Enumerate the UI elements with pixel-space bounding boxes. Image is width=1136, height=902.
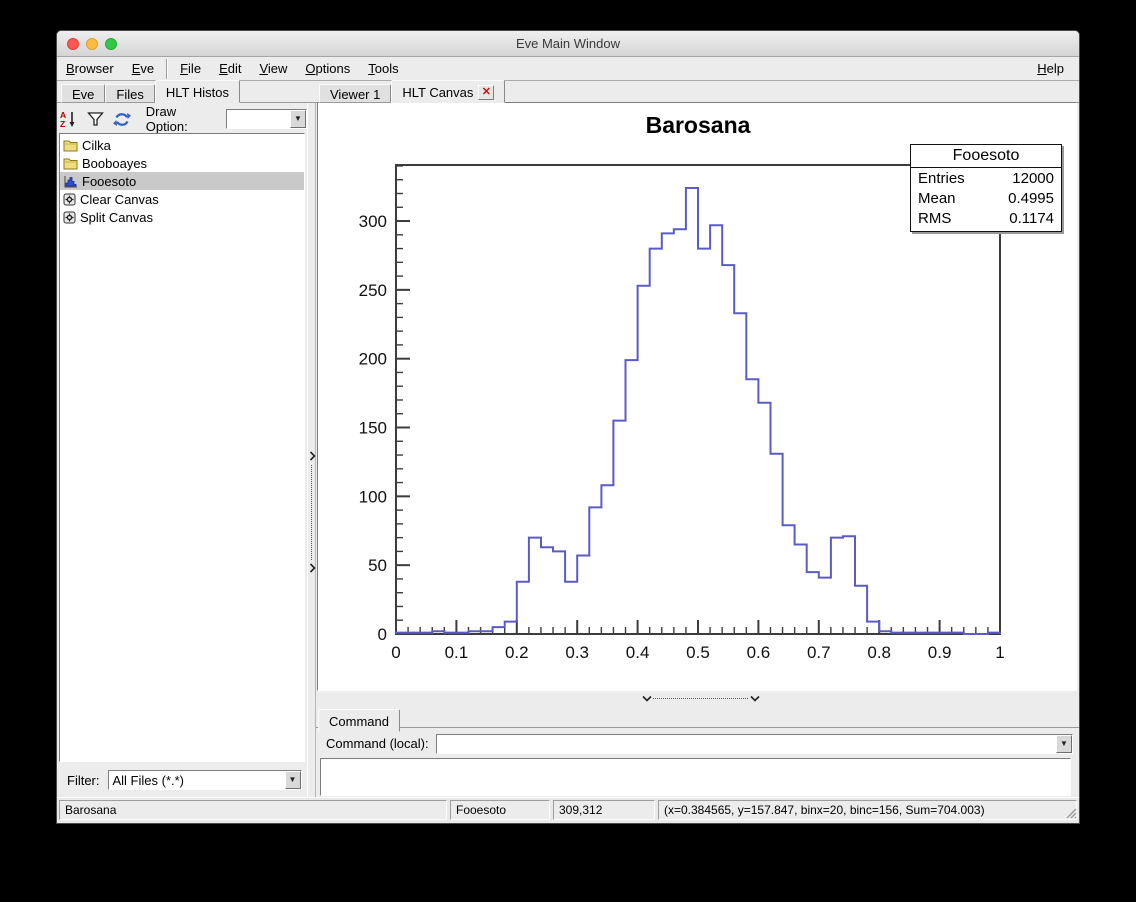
svg-text:0.2: 0.2 (505, 643, 529, 662)
svg-text:150: 150 (359, 419, 387, 438)
svg-text:0.5: 0.5 (686, 643, 710, 662)
svg-text:0: 0 (391, 643, 400, 662)
menu-divider (166, 59, 168, 79)
filter-label: Filter: (67, 773, 100, 788)
filter-combobox[interactable]: All Files (*.*) ▼ (108, 770, 302, 790)
svg-text:1: 1 (995, 643, 1004, 662)
sidebar-tabstrip: Eve Files HLT Histos (61, 81, 240, 103)
svg-text:0: 0 (378, 625, 387, 644)
chevron-down-icon[interactable]: ▼ (290, 110, 306, 128)
splitter-dots (311, 465, 312, 560)
chevron-down-icon[interactable] (750, 695, 760, 702)
tree-item-fooesoto[interactable]: Fooesoto (60, 172, 304, 190)
hlt-canvas[interactable]: Barosana 0 0.1 0.2 0.3 0.4 0.5 0.6 0.7 0.8 0.9 1 0 5… (317, 102, 1077, 691)
menu-file[interactable]: File (171, 58, 210, 79)
status-segment-title: Barosana (59, 800, 447, 820)
histogram-icon (63, 175, 78, 188)
tab-viewer-1[interactable]: Viewer 1 (319, 84, 391, 103)
stats-box[interactable]: Fooesoto Entries 12000 Mean 0.4995 RMS 0… (910, 144, 1062, 232)
status-segment-position: 309,312 (553, 800, 655, 820)
draw-option-label: Draw Option: (146, 104, 218, 134)
menu-eve[interactable]: Eve (123, 58, 163, 79)
sidebar-toolbar: A Z Draw Option: (59, 107, 307, 131)
viewer-pane: Viewer 1 HLT Canvas ✕ Barosana 0 0.1 0.2 0.… (316, 31, 1079, 797)
svg-text:0.1: 0.1 (445, 643, 469, 662)
command-row: Command (local): ▼ (316, 730, 1079, 757)
tab-files[interactable]: Files (105, 84, 154, 103)
tab-hlt-canvas[interactable]: HLT Canvas ✕ (391, 80, 505, 103)
canvas-gear-icon (63, 193, 76, 206)
svg-text:200: 200 (359, 350, 387, 369)
svg-text:300: 300 (359, 212, 387, 231)
tab-hlt-histos[interactable]: HLT Histos (155, 80, 240, 103)
filter-row: Filter: All Files (*.*) ▼ (59, 769, 302, 791)
stats-entries-row: Entries 12000 (911, 168, 1061, 188)
folder-icon (63, 157, 78, 170)
svg-text:0.9: 0.9 (928, 643, 952, 662)
folder-icon (63, 139, 78, 152)
refresh-icon[interactable] (113, 109, 132, 129)
menu-view[interactable]: View (250, 58, 296, 79)
plot-title: Barosana (396, 112, 1000, 139)
eve-main-window: Eve Main Window Browser Eve File Edit Vi… (56, 30, 1080, 824)
sidebar: A Z Draw Option: (57, 103, 307, 797)
svg-text:250: 250 (359, 281, 387, 300)
svg-text:0.6: 0.6 (747, 643, 771, 662)
vertical-splitter[interactable] (307, 103, 316, 797)
stats-title: Fooesoto (911, 145, 1061, 168)
viewer-tabstrip: Viewer 1 HLT Canvas ✕ (319, 81, 505, 103)
svg-text:50: 50 (368, 556, 387, 575)
command-input-combobox[interactable]: ▼ (436, 734, 1073, 754)
tree-item-booboayes[interactable]: Booboayes (60, 154, 304, 172)
draw-option-combobox[interactable]: ▼ (226, 109, 307, 129)
menu-edit[interactable]: Edit (210, 58, 250, 79)
close-tab-button[interactable]: ✕ (478, 85, 494, 100)
command-label: Command (local): (326, 736, 429, 751)
status-bar: Barosana Fooesoto 309,312 (x=0.384565, y… (57, 797, 1079, 823)
command-tabstrip: Command (318, 706, 400, 728)
sort-az-icon[interactable]: A Z (59, 109, 78, 129)
status-segment-object: Fooesoto (450, 800, 550, 820)
svg-text:0.4: 0.4 (626, 643, 650, 662)
close-icon: ✕ (482, 86, 491, 98)
svg-text:100: 100 (359, 487, 387, 506)
funnel-icon[interactable] (86, 109, 105, 129)
horizontal-splitter[interactable] (316, 693, 1079, 705)
chevron-right-icon[interactable] (309, 451, 316, 461)
canvas-gear-icon (63, 211, 76, 224)
status-segment-event-info: (x=0.384565, y=157.847, binx=20, binc=15… (658, 800, 1077, 820)
splitter-dots (653, 698, 748, 699)
svg-text:Z: Z (60, 119, 65, 128)
tree-item-split-canvas[interactable]: Split Canvas (60, 208, 304, 226)
svg-text:0.8: 0.8 (867, 643, 891, 662)
resize-grip[interactable] (1065, 807, 1077, 819)
tree-item-cilka[interactable]: Cilka (60, 136, 304, 154)
tree-item-clear-canvas[interactable]: Clear Canvas (60, 190, 304, 208)
svg-text:0.3: 0.3 (565, 643, 589, 662)
stats-rms-row: RMS 0.1174 (911, 208, 1061, 231)
chevron-down-icon[interactable]: ▼ (285, 771, 301, 789)
chevron-right-icon[interactable] (309, 563, 316, 573)
menu-browser[interactable]: Browser (57, 58, 123, 79)
command-strip-baseline (316, 727, 1079, 728)
chevron-down-icon[interactable] (642, 695, 652, 702)
svg-text:0.7: 0.7 (807, 643, 831, 662)
stats-mean-row: Mean 0.4995 (911, 188, 1061, 208)
chevron-down-icon[interactable]: ▼ (1056, 735, 1072, 753)
histogram-tree: Cilka Booboayes Fooesoto (59, 133, 305, 762)
tab-command[interactable]: Command (318, 709, 400, 732)
command-output[interactable] (320, 758, 1071, 796)
tab-eve[interactable]: Eve (61, 84, 105, 103)
